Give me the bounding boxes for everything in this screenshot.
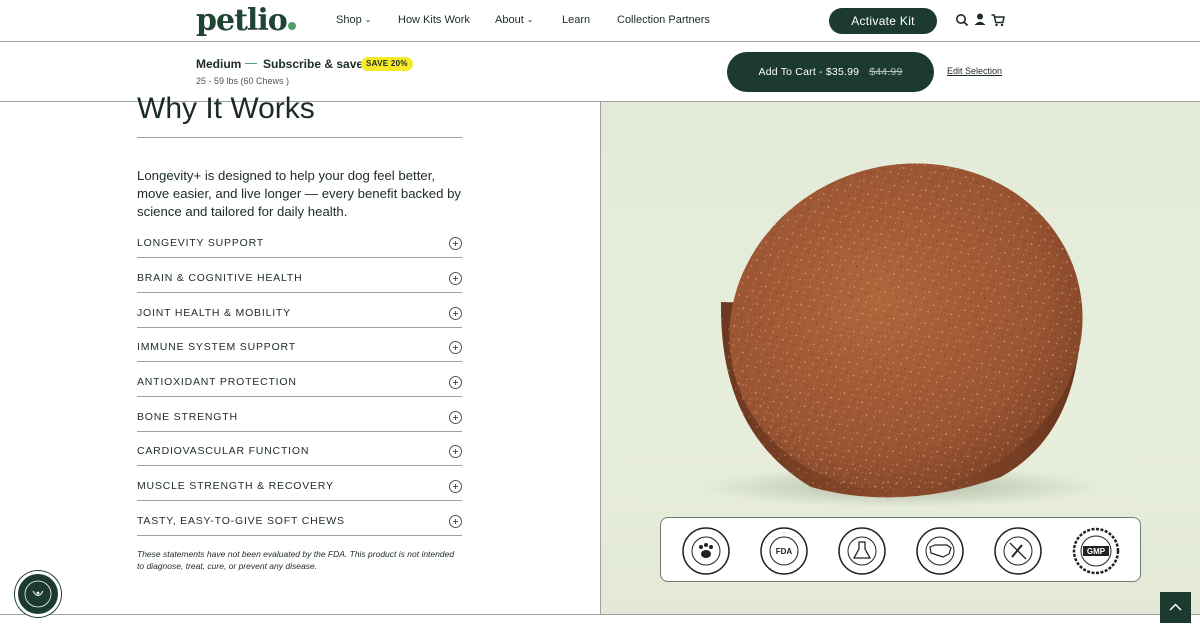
petlio-logo[interactable]: petlio: [196, 3, 296, 38]
plus-circle-icon: [449, 411, 462, 424]
cart-icon[interactable]: [991, 12, 1005, 28]
gmp-icon: GMP: [1072, 527, 1120, 575]
nav-how-kits-work[interactable]: How Kits Work: [398, 14, 470, 26]
chevron-down-icon: ⌄: [364, 15, 372, 24]
accordion-longevity-support[interactable]: LONGEVITY SUPPORT: [137, 223, 462, 258]
accordion-joint-health[interactable]: JOINT HEALTH & MOBILITY: [137, 293, 462, 328]
flask-icon: [838, 527, 886, 575]
accordion-label: MUSCLE STRENGTH & RECOVERY: [137, 480, 334, 492]
heading-divider: [137, 137, 462, 138]
weight-info: 25 - 59 lbs (60 Chews ): [196, 76, 290, 86]
gmp-badge-text: GMP: [1087, 547, 1106, 556]
logo-dot: [287, 22, 296, 30]
accordion-label: JOINT HEALTH & MOBILITY: [137, 307, 291, 319]
nav-about-label: About: [495, 14, 524, 26]
nav-collection-partners-label: Collection Partners: [617, 14, 710, 26]
nav-about[interactable]: About ⌄: [495, 14, 533, 26]
account-icon[interactable]: [973, 12, 987, 28]
accordion-label: ANTIOXIDANT PROTECTION: [137, 376, 297, 388]
accordion-label: LONGEVITY SUPPORT: [137, 237, 264, 249]
accordion-antioxidant[interactable]: ANTIOXIDANT PROTECTION: [137, 362, 462, 397]
chevron-up-icon: [1169, 603, 1182, 611]
plus-circle-icon: [449, 307, 462, 320]
plus-circle-icon: [449, 376, 462, 389]
add-to-cart-label: Add To Cart - $35.99: [758, 66, 860, 78]
plus-circle-icon: [449, 237, 462, 250]
nav-learn[interactable]: Learn: [562, 14, 590, 26]
save-badge: SAVE 20%: [361, 57, 413, 71]
section-heading: Why It Works: [137, 92, 315, 125]
selected-size: Medium: [196, 57, 242, 71]
plus-circle-icon: [449, 445, 462, 458]
plus-circle-icon: [449, 272, 462, 285]
nav-shop-label: Shop: [336, 14, 362, 26]
plus-circle-icon: [449, 515, 462, 528]
selected-plan: Subscribe & save: [263, 57, 364, 71]
search-icon[interactable]: [955, 12, 969, 28]
dog-face-icon: [24, 580, 52, 608]
wellness-guarantee-badge[interactable]: [15, 571, 61, 617]
accordion-soft-chews[interactable]: TASTY, EASY-TO-GIVE SOFT CHEWS: [137, 501, 462, 536]
accordion-label: TASTY, EASY-TO-GIVE SOFT CHEWS: [137, 515, 345, 527]
accordion-cardiovascular[interactable]: CARDIOVASCULAR FUNCTION: [137, 431, 462, 466]
accordion-muscle-strength[interactable]: MUSCLE STRENGTH & RECOVERY: [137, 466, 462, 501]
add-to-cart-button[interactable]: Add To Cart - $35.99 $44.99: [727, 52, 934, 92]
trust-badges-panel: FDA GMP: [660, 517, 1141, 582]
logo-text: petlio: [196, 3, 288, 38]
scroll-to-top-button[interactable]: [1160, 592, 1191, 623]
intro-paragraph: Longevity+ is designed to help your dog …: [137, 168, 462, 219]
accordion-immune-support[interactable]: IMMUNE SYSTEM SUPPORT: [137, 327, 462, 362]
nav-learn-label: Learn: [562, 14, 591, 26]
activate-kit-button[interactable]: Activate Kit: [829, 8, 937, 34]
nav-how-kits-work-label: How Kits Work: [398, 14, 470, 26]
top-navigation: petlio Shop ⌄ How Kits Work About ⌄ Learn …: [0, 0, 1200, 42]
original-price: $44.99: [869, 66, 903, 78]
nav-collection-partners[interactable]: Collection Partners: [617, 14, 710, 26]
accordion-label: CARDIOVASCULAR FUNCTION: [137, 445, 310, 457]
accordion-label: IMMUNE SYSTEM SUPPORT: [137, 341, 296, 353]
edit-selection-link[interactable]: Edit Selection: [947, 66, 1002, 76]
section-bottom-divider: [0, 614, 1200, 615]
accordion-brain-cognitive[interactable]: BRAIN & COGNITIVE HEALTH: [137, 258, 462, 293]
no-artificial-icon: [994, 527, 1042, 575]
paw-icon: [682, 527, 730, 575]
usa-map-icon: [916, 527, 964, 575]
fda-icon: FDA: [760, 527, 808, 575]
plus-circle-icon: [449, 341, 462, 354]
chevron-down-icon: ⌄: [526, 15, 534, 24]
plus-circle-icon: [449, 480, 462, 493]
accordion-label: BRAIN & COGNITIVE HEALTH: [137, 272, 303, 284]
fda-disclaimer: These statements have not been evaluated…: [137, 549, 455, 571]
accordion-bone-strength[interactable]: BONE STRENGTH: [137, 397, 462, 432]
separator-dash: [245, 63, 257, 64]
accordion-label: BONE STRENGTH: [137, 411, 238, 423]
nav-shop[interactable]: Shop ⌄: [336, 14, 371, 26]
fda-badge-text: FDA: [776, 547, 793, 556]
